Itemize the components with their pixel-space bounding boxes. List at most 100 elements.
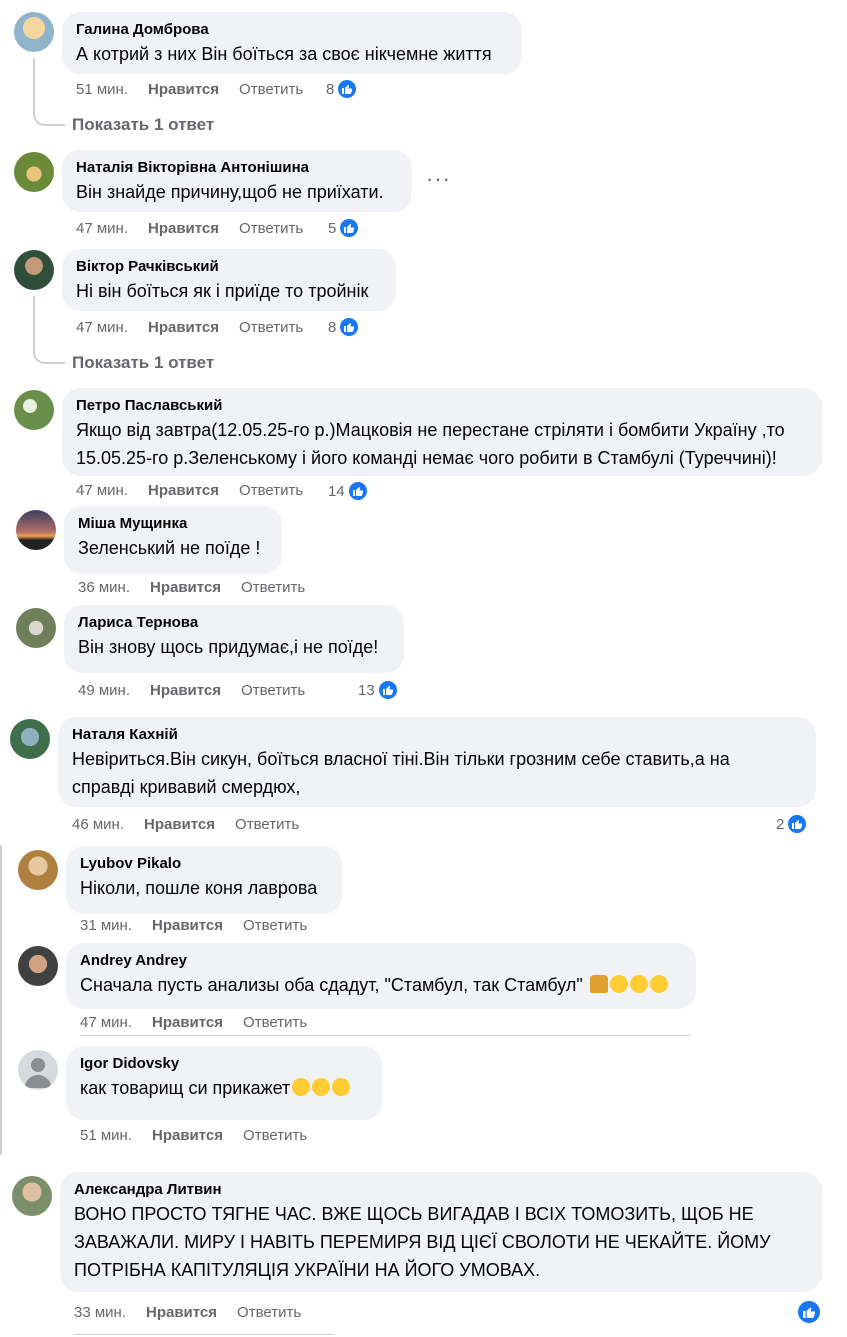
comment-author[interactable]: Віктор Рачківський — [76, 257, 382, 277]
reaction-count[interactable]: 13 — [358, 679, 399, 701]
comment-author[interactable]: Andrey Andrey — [80, 951, 682, 971]
like-button[interactable]: Нравится — [152, 1126, 223, 1146]
reply-button[interactable]: Ответить — [243, 1013, 307, 1033]
show-replies-link[interactable]: Показать 1 ответ — [72, 115, 214, 135]
avatar[interactable] — [16, 510, 56, 550]
divider — [80, 1035, 690, 1036]
reply-button[interactable]: Ответить — [239, 318, 303, 338]
reaction-count[interactable]: 2 — [776, 813, 809, 835]
comment-bubble: Міша Мущинка Зеленський не поїде ! — [64, 506, 282, 574]
comment-time[interactable]: 47 мин. — [76, 481, 128, 501]
comment-author[interactable]: Igor Didovsky — [80, 1054, 368, 1074]
reply-button[interactable]: Ответить — [239, 219, 303, 239]
avatar[interactable] — [12, 1176, 52, 1216]
reply-button[interactable]: Ответить — [243, 916, 307, 936]
avatar[interactable] — [18, 946, 58, 986]
comment-author[interactable]: Петро Паславський — [76, 396, 808, 416]
comment-time[interactable]: 51 мин. — [76, 80, 128, 100]
comment-time[interactable]: 31 мин. — [80, 916, 132, 936]
comment-actions: 46 мин. Нравится Ответить — [72, 815, 299, 835]
comment-time[interactable]: 49 мин. — [78, 681, 130, 701]
comment-actions: 36 мин. Нравится Ответить — [78, 578, 305, 598]
reaction-count[interactable]: 8 — [328, 316, 361, 338]
comment-time[interactable]: 47 мин. — [76, 318, 128, 338]
like-button[interactable]: Нравится — [152, 1013, 223, 1033]
comment-author[interactable]: Александра Литвин — [74, 1180, 808, 1200]
reply-thread-bar — [0, 845, 2, 1155]
comment-time[interactable]: 47 мин. — [80, 1013, 132, 1033]
thumbs-up-icon — [336, 78, 359, 100]
comment-bubble: Віктор Рачківський Ні він боїться як і п… — [62, 249, 396, 311]
comment-text: Ні він боїться як і приїде то тройнік — [76, 281, 369, 301]
person-emoji — [589, 975, 608, 993]
comment-author[interactable]: Міша Мущинка — [78, 514, 268, 534]
comment-author[interactable]: Галина Домброва — [76, 20, 508, 40]
reaction-count[interactable] — [796, 1299, 822, 1325]
reply-button[interactable]: Ответить — [239, 80, 303, 100]
rolling-laughing-emoji — [332, 1078, 351, 1096]
comment-time[interactable]: 36 мин. — [78, 578, 130, 598]
thumbs-up-icon — [346, 480, 369, 502]
avatar[interactable] — [16, 608, 56, 648]
comment-author[interactable]: Наталя Кахній — [72, 725, 802, 745]
comment-text: ВОНО ПРОСТО ТЯГНЕ ЧАС. ВЖЕ ЩОСЬ ВИГАДАВ … — [74, 1204, 771, 1280]
comment-author[interactable]: Лариса Тернова — [78, 613, 390, 633]
show-replies-link[interactable]: Показать 1 ответ — [72, 353, 214, 373]
thread-line — [33, 296, 65, 364]
reply-button[interactable]: Ответить — [239, 481, 303, 501]
comment-bubble: Галина Домброва А котрий з них Він боїть… — [62, 12, 522, 74]
comment-time[interactable]: 33 мин. — [74, 1303, 126, 1323]
like-button[interactable]: Нравится — [148, 80, 219, 100]
like-button[interactable]: Нравится — [148, 219, 219, 239]
reply-button[interactable]: Ответить — [241, 681, 305, 701]
tears-of-joy-emoji — [629, 975, 648, 993]
like-button[interactable]: Нравится — [152, 916, 223, 936]
comment-actions: 47 мин. Нравится Ответить — [76, 481, 303, 501]
avatar[interactable] — [14, 250, 54, 290]
more-options-button[interactable]: ··· — [426, 166, 451, 192]
avatar[interactable] — [18, 850, 58, 890]
comment-time[interactable]: 47 мин. — [76, 219, 128, 239]
comment-author[interactable]: Наталія Вікторівна Антонішина — [76, 158, 398, 178]
rolling-laughing-emoji — [292, 1078, 311, 1096]
reply-button[interactable]: Ответить — [235, 815, 299, 835]
like-button[interactable]: Нравится — [148, 318, 219, 338]
reply-button[interactable]: Ответить — [241, 578, 305, 598]
comment-bubble: Наталя Кахній Невіриться.Він сикун, боїт… — [58, 717, 816, 807]
reaction-count[interactable]: 5 — [328, 217, 361, 239]
avatar[interactable] — [14, 12, 54, 52]
comment-time[interactable]: 51 мин. — [80, 1126, 132, 1146]
comment-author[interactable]: Lyubov Pikalo — [80, 854, 328, 874]
comment-text: Якщо від завтра(12.05.25-го р.)Мацковія … — [76, 420, 785, 468]
comment-text: А котрий з них Він боїться за своє нікче… — [76, 44, 492, 64]
reply-button[interactable]: Ответить — [243, 1126, 307, 1146]
thumbs-up-icon — [796, 1299, 822, 1325]
tears-of-joy-emoji — [649, 975, 668, 993]
reply-button[interactable]: Ответить — [237, 1303, 301, 1323]
default-avatar-icon — [24, 1058, 52, 1088]
avatar[interactable] — [14, 390, 54, 430]
avatar[interactable] — [10, 719, 50, 759]
comment-time[interactable]: 46 мин. — [72, 815, 124, 835]
like-button[interactable]: Нравится — [150, 578, 221, 598]
comment-actions: 31 мин. Нравится Ответить — [80, 916, 307, 936]
comment-bubble: Igor Didovsky как товарищ си прикажет — [66, 1046, 382, 1120]
comment-actions: 51 мин. Нравится Ответить — [80, 1126, 307, 1146]
like-button[interactable]: Нравится — [146, 1303, 217, 1323]
avatar[interactable] — [18, 1050, 58, 1090]
comment-text: Невіриться.Він сикун, боїться власної ті… — [72, 749, 730, 797]
comment-actions: 47 мин. Нравится Ответить — [80, 1013, 307, 1033]
divider — [74, 1334, 334, 1335]
reaction-count[interactable]: 8 — [326, 78, 359, 100]
thumbs-up-icon — [376, 679, 399, 701]
comment-text: Зеленський не поїде ! — [78, 538, 261, 558]
like-button[interactable]: Нравится — [148, 481, 219, 501]
reaction-count[interactable]: 14 — [328, 480, 369, 502]
avatar[interactable] — [14, 152, 54, 192]
comment-text: как товарищ си прикажет — [80, 1074, 368, 1102]
like-button[interactable]: Нравится — [144, 815, 215, 835]
comment-text: Він знайде причину,щоб не приїхати. — [76, 182, 384, 202]
thumbs-up-icon — [338, 316, 361, 338]
comment-actions: 47 мин. Нравится Ответить — [76, 219, 303, 239]
like-button[interactable]: Нравится — [150, 681, 221, 701]
